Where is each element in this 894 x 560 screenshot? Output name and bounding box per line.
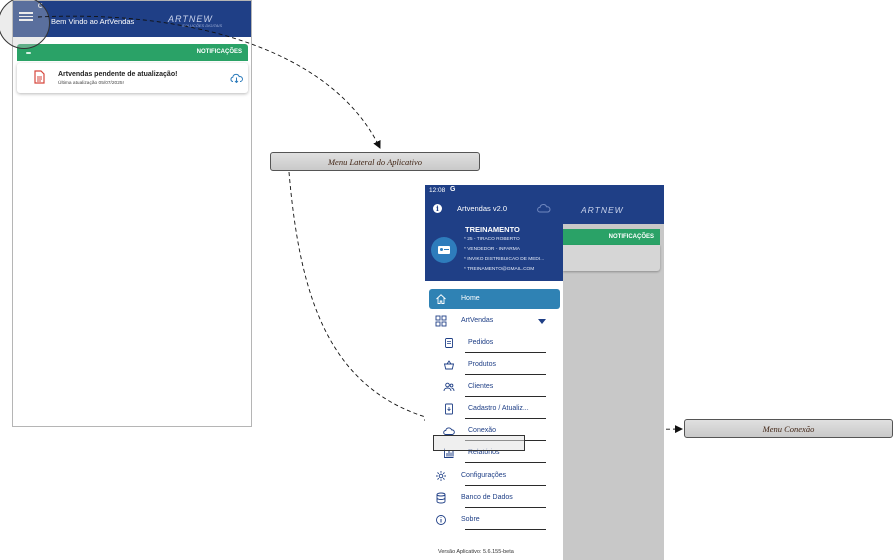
divider — [465, 462, 546, 463]
notifications-bar[interactable]: NOTIFICAÇÕES — [17, 44, 248, 61]
divider — [465, 418, 546, 419]
divider — [465, 352, 546, 353]
menu-label: Configurações — [461, 472, 507, 479]
menu-label: Pedidos — [468, 339, 494, 346]
device-icon — [445, 403, 453, 415]
menu-item-pedidos[interactable]: Pedidos — [429, 333, 560, 353]
notifications-label: NOTIFICAÇÕES — [608, 234, 654, 240]
notifications-label: NOTIFICAÇÕES — [196, 49, 242, 55]
divider — [465, 485, 546, 486]
notification-card[interactable]: Artvendas pendente de atualização! Últim… — [17, 63, 248, 93]
app-version-title: Artvendas v2.0 — [457, 204, 508, 213]
artnew-logo: ARTNEW SOLUÇÕES DIGITAIS — [168, 14, 222, 28]
grid-icon — [435, 315, 447, 327]
menu-label: Sobre — [461, 516, 480, 523]
menu-item-home[interactable]: Home — [429, 289, 560, 309]
background-notifications-bar: NOTIFICAÇÕES — [563, 229, 660, 245]
database-icon — [436, 492, 446, 504]
gear-icon — [436, 471, 446, 481]
document-icon — [34, 70, 45, 84]
conexao-highlight-box — [433, 435, 525, 451]
google-icon: G — [450, 186, 456, 193]
welcome-title: Bem Vindo ao ArtVendas — [51, 17, 135, 26]
logo-subtitle: SOLUÇÕES DIGITAIS — [182, 23, 223, 28]
app-drawer-screen: 12:08 G ARTNEW NOTIFICAÇÕES i Artvendas … — [425, 185, 664, 560]
menu-item-configuracoes[interactable]: Configurações — [429, 466, 560, 486]
divider — [465, 507, 546, 508]
status-bar: 12:08 G — [425, 185, 664, 197]
users-icon — [443, 382, 455, 392]
collapse-icon[interactable] — [26, 52, 31, 54]
side-drawer: i Artvendas v2.0 TREINAMENTO * 25 - TIRA… — [425, 197, 563, 560]
cloud-sync-icon[interactable] — [537, 203, 551, 213]
user-info-line: * VENDEDOR - INFARMA — [464, 247, 520, 252]
user-info-line: * INVIKO DISTRIBUICAO DE MEDI... — [464, 257, 545, 262]
notification-subtitle: Última atualização 05/07/2025! — [58, 81, 124, 86]
background-header: ARTNEW — [563, 197, 664, 224]
basket-icon — [443, 360, 455, 370]
menu-item-cadastro[interactable]: Cadastro / Atualiz... — [429, 399, 560, 419]
menu-item-sobre[interactable]: Sobre — [429, 510, 560, 530]
info-icon[interactable]: i — [433, 204, 442, 213]
home-icon — [436, 294, 446, 304]
app-version-footer: Versão Aplicativo: 5.6.155-beta — [438, 549, 514, 555]
avatar — [431, 237, 457, 263]
user-info-line: * TREINAMENTO@GMAIL.COM — [464, 267, 535, 272]
background-notification-card — [563, 245, 660, 271]
app-home-screen: Bem Vindo ao ArtVendas ARTNEW SOLUÇÕES D… — [12, 0, 252, 427]
drawer-header: i Artvendas v2.0 TREINAMENTO * 25 - TIRA… — [425, 197, 563, 281]
menu-item-artvendas[interactable]: ArtVendas — [429, 311, 560, 331]
side-menu-callout: Menu Lateral do Aplicativo — [270, 152, 480, 171]
cloud-download-icon[interactable] — [230, 73, 243, 83]
connection-menu-callout: Menu Conexão — [684, 419, 893, 438]
user-name: TREINAMENTO — [465, 225, 520, 234]
arrow-to-conexao-item — [288, 171, 433, 421]
menu-label: Produtos — [468, 361, 497, 368]
menu-item-clientes[interactable]: Clientes — [429, 377, 560, 397]
clipboard-icon — [445, 338, 453, 348]
menu-label: Clientes — [468, 383, 494, 390]
menu-label: ArtVendas — [461, 317, 494, 324]
divider — [465, 396, 546, 397]
notification-title: Artvendas pendente de atualização! — [58, 71, 178, 78]
status-time: 12:08 — [429, 187, 446, 194]
id-card-icon — [438, 246, 450, 254]
divider — [465, 529, 546, 530]
info-circle-icon — [436, 515, 446, 525]
menu-label: Conexão — [468, 427, 497, 434]
menu-label: Banco de Dados — [461, 494, 513, 501]
menu-label: Home — [461, 295, 480, 302]
user-info-line: * 25 - TIRACO ROBERTO — [464, 237, 520, 242]
menu-item-produtos[interactable]: Produtos — [429, 355, 560, 375]
caret-down-icon[interactable] — [538, 319, 546, 324]
artnew-logo: ARTNEW — [581, 205, 624, 215]
divider — [465, 374, 546, 375]
menu-item-banco-de-dados[interactable]: Banco de Dados — [429, 488, 560, 508]
menu-label: Cadastro / Atualiz... — [468, 405, 529, 412]
